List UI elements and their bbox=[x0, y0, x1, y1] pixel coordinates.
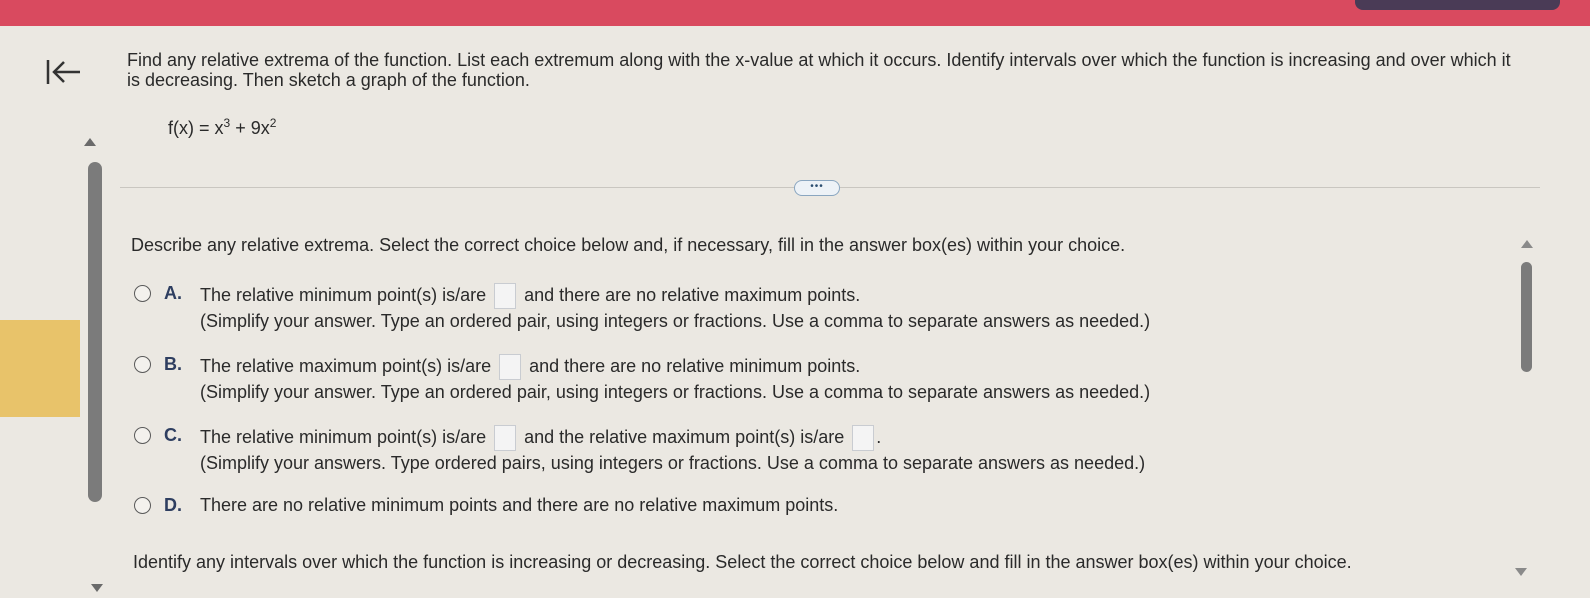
choice-a-line: The relative minimum point(s) is/are and … bbox=[200, 283, 860, 309]
side-accent-tab bbox=[0, 320, 80, 417]
right-scroll-down-arrow-icon[interactable] bbox=[1515, 568, 1527, 576]
choice-b-radio[interactable] bbox=[134, 356, 151, 373]
choice-a-letter: A. bbox=[164, 283, 182, 303]
choice-a-radio[interactable] bbox=[134, 285, 151, 302]
expand-more-button[interactable]: ••• bbox=[794, 180, 840, 196]
formula-exponent-2: 2 bbox=[269, 116, 277, 130]
scroll-up-arrow-icon[interactable] bbox=[84, 138, 96, 146]
function-formula: f(x) = x3 + 9x2 bbox=[168, 116, 276, 139]
choice-b-post-text: and there are no relative minimum points… bbox=[529, 355, 861, 376]
choice-a-answer-box[interactable] bbox=[494, 283, 517, 309]
choice-c-mid-text: and the relative maximum point(s) is/are bbox=[524, 426, 845, 447]
choice-b-answer-box[interactable] bbox=[499, 354, 522, 380]
part1-instruction: Describe any relative extrema. Select th… bbox=[131, 235, 1126, 255]
choice-a-pre-text: The relative minimum point(s) is/are bbox=[200, 284, 487, 305]
choice-b-letter: B. bbox=[164, 354, 182, 374]
formula-prefix: f(x) = x bbox=[168, 118, 224, 138]
choice-c-pre-text: The relative minimum point(s) is/are bbox=[200, 426, 487, 447]
choice-a-note: (Simplify your answer. Type an ordered p… bbox=[200, 311, 1151, 331]
choice-d-text: There are no relative minimum points and… bbox=[200, 495, 839, 515]
choice-b-note: (Simplify your answer. Type an ordered p… bbox=[200, 382, 1151, 402]
choice-c-letter: C. bbox=[164, 425, 182, 445]
choice-c-radio[interactable] bbox=[134, 427, 151, 444]
choice-d-letter: D. bbox=[164, 495, 182, 515]
right-scroll-up-arrow-icon[interactable] bbox=[1521, 240, 1533, 248]
choice-c-line: The relative minimum point(s) is/are and … bbox=[200, 425, 881, 451]
question-text: Find any relative extrema of the functio… bbox=[127, 50, 1511, 90]
formula-middle: + 9x bbox=[230, 118, 270, 138]
choice-c-max-answer-box[interactable] bbox=[852, 425, 875, 451]
choice-b-pre-text: The relative maximum point(s) is/are bbox=[200, 355, 492, 376]
choice-a-post-text: and there are no relative maximum points… bbox=[524, 284, 861, 305]
scroll-down-arrow-icon[interactable] bbox=[91, 584, 103, 592]
right-scrollbar-thumb[interactable] bbox=[1521, 262, 1532, 372]
choice-b-line: The relative maximum point(s) is/are and … bbox=[200, 354, 860, 380]
choice-c-min-answer-box[interactable] bbox=[494, 425, 517, 451]
choice-c-post-text: . bbox=[876, 426, 882, 447]
back-to-start-arrow-icon[interactable] bbox=[44, 52, 84, 92]
left-scrollbar-thumb[interactable] bbox=[88, 162, 102, 502]
part2-instruction: Identify any intervals over which the fu… bbox=[133, 552, 1352, 572]
choice-d-radio[interactable] bbox=[134, 497, 151, 514]
top-bar-right-segment bbox=[1355, 0, 1560, 10]
choice-c-note: (Simplify your answers. Type ordered pai… bbox=[200, 453, 1146, 473]
